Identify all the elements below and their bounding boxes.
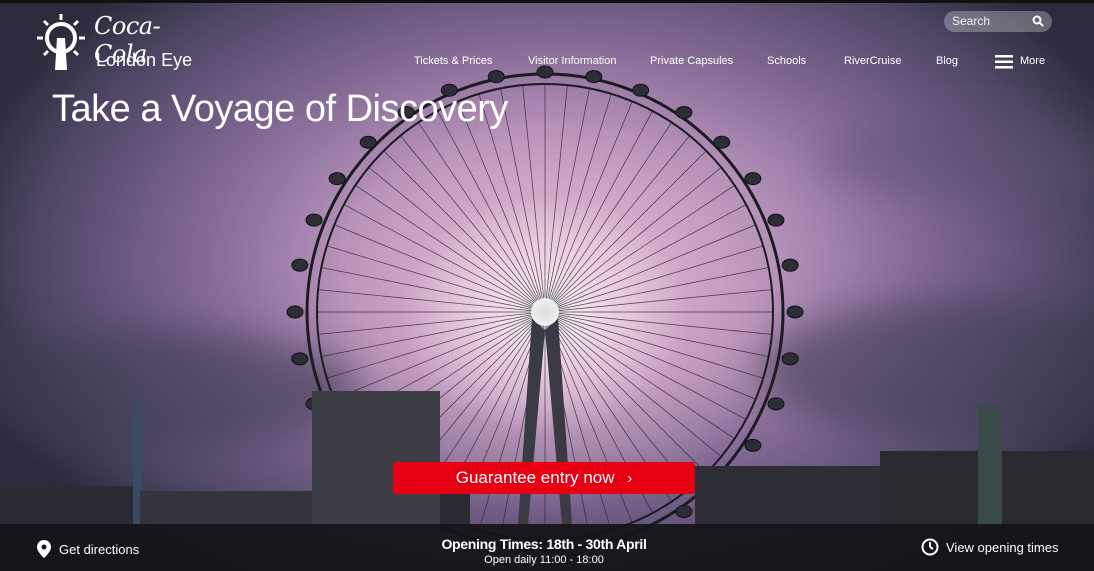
city-skyline [0,386,1094,526]
guarantee-entry-button[interactable]: Guarantee entry now › [393,462,695,494]
menu-icon [995,55,1013,69]
search-icon[interactable] [1032,15,1044,27]
opening-times-block: Opening Times: 18th - 30th April Open da… [400,536,688,566]
nav-schools[interactable]: Schools [767,55,806,67]
brand-name: London Eye [96,50,193,70]
nav-private-capsules[interactable]: Private Capsules [650,55,733,67]
site-logo[interactable]: Coca-Cola London Eye [36,12,206,74]
get-directions-label: Get directions [59,542,140,557]
nav-visitor-information[interactable]: Visitor Information [528,55,616,67]
cta-label: Guarantee entry now [455,468,615,487]
opening-hours: Open daily 11:00 - 18:00 [484,554,604,566]
nav-blog[interactable]: Blog [936,55,958,67]
location-pin-icon [37,540,51,558]
more-menu-button[interactable]: More [995,53,1050,71]
view-opening-times-label: View opening times [946,540,1059,555]
clock-icon [921,538,939,556]
search-box [944,11,1052,32]
info-bar: Get directions Opening Times: 18th - 30t… [0,524,1094,571]
search-input[interactable] [952,13,1030,29]
chevron-right-icon: › [627,470,633,487]
sun-logo-icon [37,14,85,70]
hero-headline: Take a Voyage of Discovery [52,88,508,130]
more-label: More [1020,55,1046,67]
opening-times-title: Opening Times: 18th - 30th April [441,536,647,552]
nav-tickets-prices[interactable]: Tickets & Prices [414,55,492,67]
nav-rivercruise[interactable]: RiverCruise [844,55,901,67]
